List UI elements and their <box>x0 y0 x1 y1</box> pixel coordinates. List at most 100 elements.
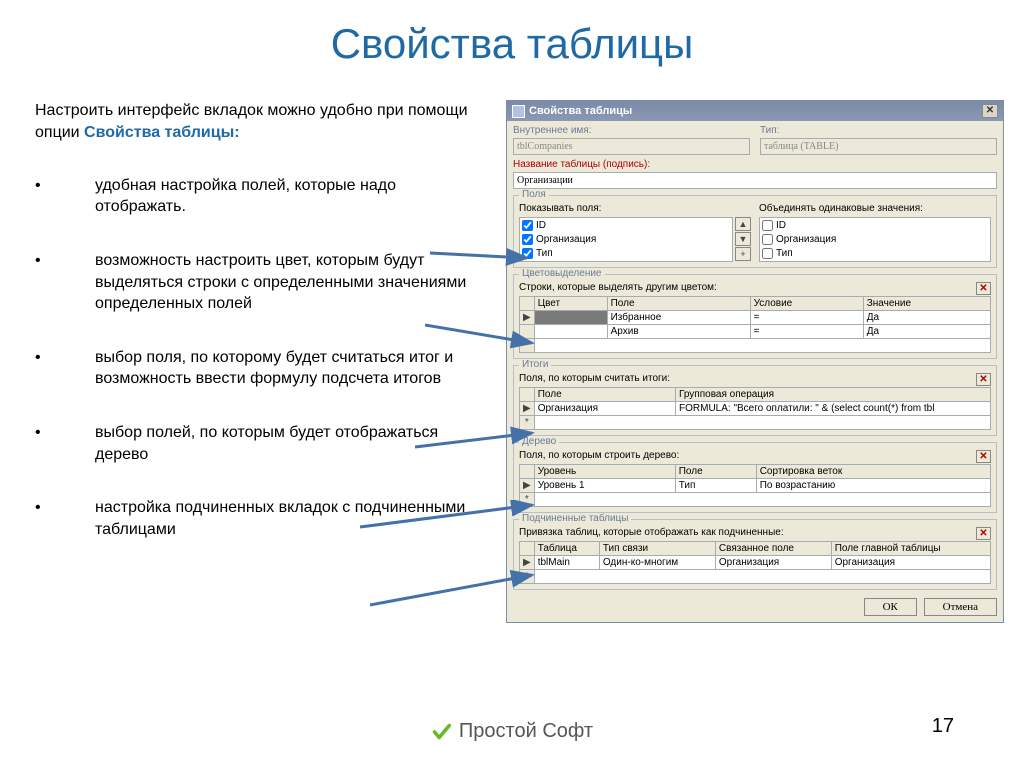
bullet-item: настройка подчиненных вкладок с подчинен… <box>35 497 485 540</box>
group-subtables-title: Подчиненные таблицы <box>519 513 631 524</box>
group-fields: Поля Показывать поля: ID Организация Тип… <box>513 195 997 268</box>
dialog-title: Свойства таблицы <box>529 105 982 117</box>
add-icon[interactable]: + <box>735 247 751 261</box>
intro-highlight: Свойства таблицы: <box>84 124 240 141</box>
bullet-item: удобная настройка полей, которые надо от… <box>35 175 485 218</box>
table-row[interactable]: Архив=Да <box>520 325 991 339</box>
internal-name-field <box>513 138 750 155</box>
checkbox-id2[interactable] <box>762 220 773 231</box>
table-row-new[interactable]: * <box>520 570 991 584</box>
subtables-grid[interactable]: ТаблицаТип связиСвязанное полеПоле главн… <box>519 541 991 584</box>
cell[interactable]: Да <box>863 311 990 325</box>
totals-sub: Поля, по которым считать итоги: <box>519 373 991 384</box>
bullet-item: выбор полей, по которым будет отображать… <box>35 422 485 465</box>
cell[interactable]: Избранное <box>607 311 750 325</box>
caption-label: Название таблицы (подпись): <box>513 159 997 170</box>
col-header: Условие <box>750 297 863 311</box>
list-item-label: Организация <box>776 234 836 245</box>
properties-dialog: Свойства таблицы ✕ Внутреннее имя: Тип: … <box>506 100 1004 623</box>
group-color: Цветовыделение Строки, которые выделять … <box>513 274 997 359</box>
show-fields-list[interactable]: ID Организация Тип <box>519 217 733 262</box>
group-color-title: Цветовыделение <box>519 268 605 279</box>
col-header: Таблица <box>534 542 599 556</box>
cell[interactable]: tblMain <box>534 556 599 570</box>
table-row[interactable]: ▶Уровень 1ТипПо возрастанию <box>520 479 991 493</box>
tree-sub: Поля, по которым строить дерево: <box>519 450 991 461</box>
cancel-button[interactable]: Отмена <box>924 598 997 616</box>
type-label: Тип: <box>760 125 997 136</box>
group-fields-title: Поля <box>519 189 549 200</box>
bullet-item: возможность настроить цвет, которым буду… <box>35 250 485 315</box>
table-row[interactable]: ▶ОрганизацияFORMULA: "Всего оплатили: " … <box>520 402 991 416</box>
intro-text: Настроить интерфейс вкладок можно удобно… <box>35 100 485 145</box>
table-row-new[interactable]: * <box>520 493 991 507</box>
merge-fields-label: Объединять одинаковые значения: <box>759 203 991 214</box>
checkbox-type2[interactable] <box>762 248 773 259</box>
col-header: Уровень <box>534 465 675 479</box>
col-header: Тип связи <box>599 542 715 556</box>
app-icon <box>512 105 525 118</box>
titlebar: Свойства таблицы ✕ <box>507 101 1003 121</box>
cell[interactable]: Организация <box>715 556 831 570</box>
col-header: Поле <box>675 465 756 479</box>
show-fields-label: Показывать поля: <box>519 203 751 214</box>
table-row-new[interactable]: * <box>520 416 991 430</box>
cell[interactable]: Один-ко-многим <box>599 556 715 570</box>
list-item[interactable]: Тип <box>760 246 990 260</box>
cell[interactable]: FORMULA: "Всего оплатили: " & (select co… <box>676 402 991 416</box>
tree-grid[interactable]: УровеньПолеСортировка веток ▶Уровень 1Ти… <box>519 464 991 507</box>
bullet-list: удобная настройка полей, которые надо от… <box>35 175 485 541</box>
cell[interactable]: Организация <box>831 556 990 570</box>
cell[interactable]: Архив <box>607 325 750 339</box>
footer-logo: Простой Софт <box>431 720 593 743</box>
cell[interactable]: = <box>750 311 863 325</box>
left-column: Настроить интерфейс вкладок можно удобно… <box>35 100 485 572</box>
logo-text: Простой Софт <box>459 720 593 743</box>
cell[interactable]: Да <box>863 325 990 339</box>
cell[interactable]: = <box>750 325 863 339</box>
cell[interactable]: По возрастанию <box>756 479 990 493</box>
color-sub: Строки, которые выделять другим цветом: <box>519 282 991 293</box>
list-item[interactable]: Организация <box>760 232 990 246</box>
delete-icon[interactable]: ✕ <box>976 373 991 386</box>
delete-icon[interactable]: ✕ <box>976 527 991 540</box>
col-header: Цвет <box>534 297 607 311</box>
list-item-label: Организация <box>536 234 596 245</box>
col-header: Поле <box>534 388 675 402</box>
cell[interactable]: Уровень 1 <box>534 479 675 493</box>
list-item[interactable]: ID <box>520 218 732 232</box>
list-item-label: ID <box>536 220 546 231</box>
list-item[interactable]: ID <box>760 218 990 232</box>
move-down-icon[interactable]: ▼ <box>735 232 751 246</box>
type-field <box>760 138 997 155</box>
list-item[interactable]: Тип <box>520 246 732 260</box>
list-item[interactable]: Организация <box>520 232 732 246</box>
checkbox-org[interactable] <box>522 234 533 245</box>
col-header: Поле <box>607 297 750 311</box>
table-row-new[interactable]: * <box>520 339 991 353</box>
ok-button[interactable]: ОК <box>864 598 917 616</box>
table-row[interactable]: ▶Избранное=Да <box>520 311 991 325</box>
move-up-icon[interactable]: ▲ <box>735 217 751 231</box>
checkbox-type[interactable] <box>522 248 533 259</box>
slide-title: Свойства таблицы <box>0 0 1024 68</box>
table-row[interactable]: ▶tblMainОдин-ко-многимОрганизацияОрганиз… <box>520 556 991 570</box>
col-header: Связанное поле <box>715 542 831 556</box>
group-tree: Дерево Поля, по которым строить дерево: … <box>513 442 997 513</box>
checkbox-org2[interactable] <box>762 234 773 245</box>
close-icon[interactable]: ✕ <box>982 104 998 118</box>
group-tree-title: Дерево <box>519 436 559 447</box>
checkbox-id[interactable] <box>522 220 533 231</box>
color-grid[interactable]: ЦветПолеУсловиеЗначение ▶Избранное=Да Ар… <box>519 296 991 353</box>
delete-icon[interactable]: ✕ <box>976 282 991 295</box>
col-header: Поле главной таблицы <box>831 542 990 556</box>
cell[interactable]: Тип <box>675 479 756 493</box>
cell[interactable]: Организация <box>534 402 675 416</box>
internal-name-label: Внутреннее имя: <box>513 125 750 136</box>
delete-icon[interactable]: ✕ <box>976 450 991 463</box>
col-header: Групповая операция <box>676 388 991 402</box>
totals-grid[interactable]: ПолеГрупповая операция ▶ОрганизацияFORMU… <box>519 387 991 430</box>
caption-field[interactable] <box>513 172 997 189</box>
checkmark-icon <box>431 721 453 743</box>
merge-fields-list[interactable]: ID Организация Тип <box>759 217 991 262</box>
